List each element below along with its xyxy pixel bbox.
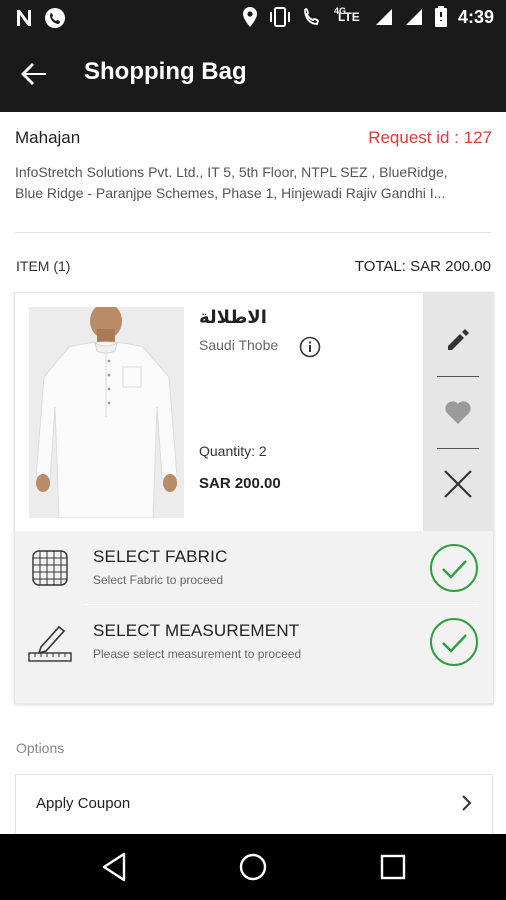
apply-coupon-button[interactable]: Apply Coupon (15, 774, 493, 835)
select-measurement-subtitle: Please select measurement to proceed (93, 647, 302, 661)
back-nav-icon[interactable] (98, 850, 132, 884)
select-measurement-title: SELECT MEASUREMENT (93, 621, 300, 640)
lte-label: LTE (337, 10, 360, 24)
select-fabric-title: SELECT FABRIC (93, 547, 228, 566)
delivery-address: InfoStretch Solutions Pvt. Ltd., IT 5, 5… (15, 162, 506, 204)
signal-icon-2 (405, 9, 422, 25)
items-count: ITEM (1) (16, 258, 71, 274)
select-fabric-row[interactable]: SELECT FABRIC Select Fabric to proceed (15, 531, 493, 603)
phone-notification-icon (45, 8, 65, 28)
status-bar: 4G LTE 4:39 (0, 0, 506, 36)
clock: 4:39 (457, 6, 494, 27)
item-price: SAR 200.00 (199, 475, 281, 492)
back-arrow-icon[interactable] (18, 58, 50, 90)
signal-icon (375, 9, 392, 25)
info-icon[interactable] (299, 336, 321, 358)
volte-call-icon (304, 8, 319, 25)
item-actions (423, 293, 493, 531)
item-quantity: Quantity: 2 (199, 443, 267, 459)
fabric-icon (32, 550, 68, 586)
edit-icon (448, 329, 469, 350)
heart-icon (445, 401, 471, 424)
recents-nav-icon[interactable] (376, 850, 410, 884)
page-title: Shopping Bag (84, 58, 247, 85)
system-nav-bar (0, 834, 506, 900)
address-line-1: InfoStretch Solutions Pvt. Ltd., IT 5, 5… (15, 164, 448, 180)
fabric-check-icon[interactable] (429, 543, 479, 593)
main-content: Mahajan Request id : 127 InfoStretch Sol… (0, 112, 506, 835)
divider (15, 232, 491, 233)
customer-name: Mahajan (15, 128, 81, 147)
item-subtitle: Saudi Thobe (199, 337, 279, 353)
cart-item-card: الاطلالة Saudi Thobe Quantity: 2 SAR 200… (14, 292, 494, 704)
wishlist-button[interactable] (423, 377, 493, 447)
options-label: Options (16, 740, 65, 756)
app-bar: Shopping Bag (0, 36, 506, 112)
home-nav-icon[interactable] (236, 850, 270, 884)
item-details: الاطلالة Saudi Thobe Quantity: 2 SAR 200… (15, 293, 423, 531)
select-measurement-row[interactable]: SELECT MEASUREMENT Please select measure… (15, 605, 493, 677)
product-image[interactable] (29, 307, 184, 518)
n-notification-icon (17, 10, 31, 26)
measurement-check-icon[interactable] (429, 617, 479, 667)
chevron-right-icon (462, 795, 472, 811)
edit-button[interactable] (423, 305, 493, 375)
close-icon (444, 470, 472, 498)
battery-icon (434, 6, 447, 27)
location-icon (242, 7, 257, 27)
request-id: Request id : 127 (368, 128, 492, 147)
apply-coupon-label: Apply Coupon (36, 795, 131, 812)
address-line-2: Blue Ridge - Paranjpe Schemes, Phase 1, … (15, 185, 446, 201)
measurement-icon (28, 625, 72, 662)
remove-button[interactable] (423, 449, 493, 519)
item-arabic-name: الاطلالة (199, 307, 267, 328)
vibrate-icon (269, 7, 290, 27)
total-amount: TOTAL: SAR 200.00 (354, 258, 491, 275)
select-fabric-subtitle: Select Fabric to proceed (93, 573, 224, 587)
